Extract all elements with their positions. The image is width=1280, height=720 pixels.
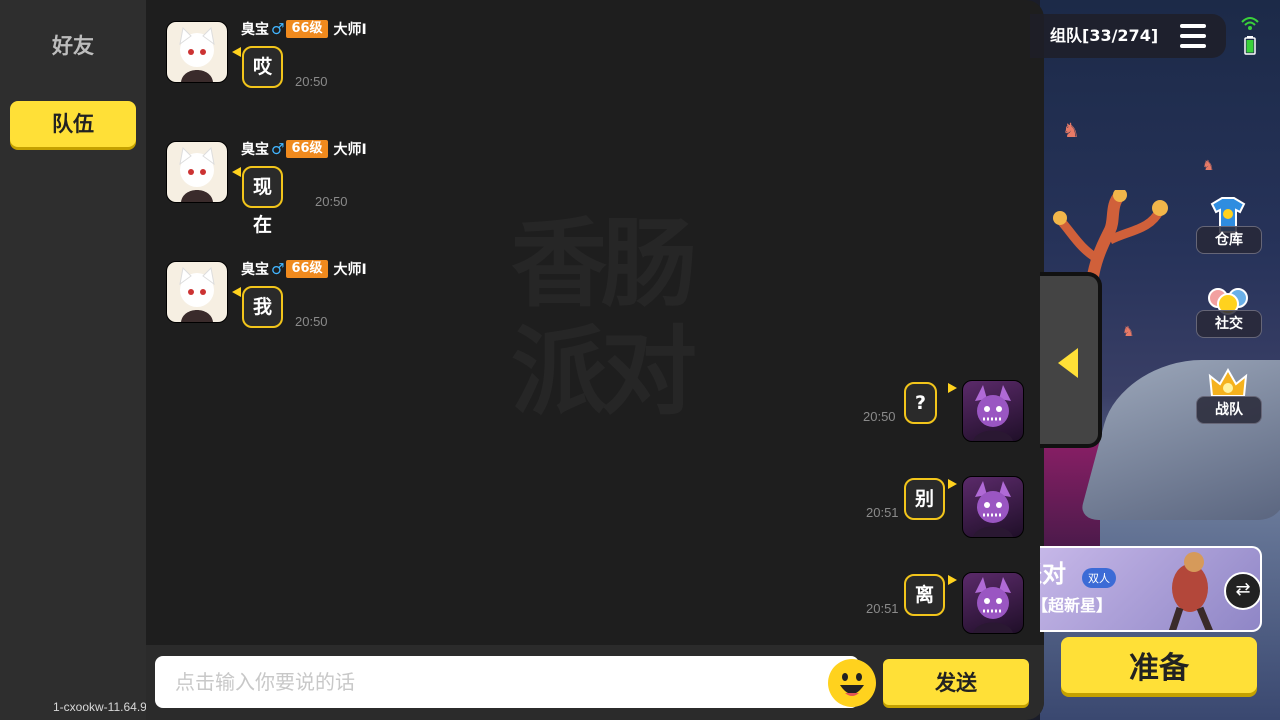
bunny-icon: ♞ [1062, 118, 1080, 142]
collapse-panel-button[interactable] [1040, 272, 1102, 448]
clan-button[interactable]: 战队 [1196, 366, 1262, 424]
message-bubble: 我 [242, 286, 284, 328]
swap-mode-button[interactable]: ⇄ [1224, 572, 1262, 610]
left-sidebar: 好友 队伍 [0, 0, 146, 720]
send-button[interactable]: 发送 [883, 659, 1029, 705]
message-time: 20:51 [866, 505, 899, 520]
bubble-tail [948, 575, 957, 585]
sender-info: 臭宝 ♂ 66级 大师I [241, 19, 367, 39]
bunny-icon: ♞ [1202, 158, 1215, 174]
message-time: 20:51 [866, 601, 899, 616]
emoji-button[interactable] [828, 659, 876, 707]
sender-name: 臭宝 [241, 142, 269, 158]
chat-input-bar: 发送 [146, 645, 1044, 720]
bubble-tail [232, 47, 241, 57]
clan-label: 战队 [1196, 396, 1262, 424]
warehouse-label: 仓库 [1196, 226, 1262, 254]
message-bubble: ? [904, 382, 938, 424]
message-time: 20:50 [295, 74, 328, 89]
wifi-icon [1241, 17, 1259, 30]
level-badge: 66级 [286, 20, 328, 38]
message-bubble: 离 [904, 574, 946, 616]
bubble-tail [232, 287, 241, 297]
sender-info: 臭宝 ♂ 66级 大师I [241, 259, 367, 279]
swap-icon: ⇄ [1235, 579, 1251, 600]
male-icon: ♂ [271, 20, 285, 38]
team-count-label: 组队[33/274] [1050, 26, 1159, 45]
bubble-tail [948, 383, 957, 393]
status-indicators [1241, 17, 1259, 55]
warehouse-button[interactable]: 仓库 [1196, 196, 1262, 254]
rank-label: 大师I [333, 142, 367, 158]
social-button[interactable]: 社交 [1196, 280, 1262, 338]
level-badge: 66级 [286, 260, 328, 278]
message-time: 20:50 [315, 194, 348, 209]
social-label: 社交 [1196, 310, 1262, 338]
game-logo-watermark: 香肠 派对 [511, 208, 697, 428]
tab-friends[interactable]: 好友 [10, 26, 136, 66]
ready-button[interactable]: 准备 [1061, 637, 1257, 693]
rank-label: 大师I [333, 262, 367, 278]
chat-input[interactable] [155, 656, 859, 708]
chat-panel: 香肠 派对 臭宝 ♂ 66级 大师I 哎 20:50 臭宝 ♂ 66级 大师I 现… [146, 0, 1044, 720]
sender-avatar[interactable] [166, 261, 228, 323]
male-icon: ♂ [271, 260, 285, 278]
arrow-left-icon [1058, 348, 1078, 378]
character-art [1168, 552, 1213, 630]
self-avatar[interactable] [962, 476, 1024, 538]
bunny-icon: ♞ [1122, 324, 1135, 340]
bubble-tail [948, 479, 957, 489]
message-time: 20:50 [295, 314, 328, 329]
message-bubble: 别 [904, 478, 946, 520]
mode-subtitle: 【超新星】 [1040, 596, 1113, 615]
mode-title: 派对 [1040, 560, 1066, 588]
sender-avatar[interactable] [166, 141, 228, 203]
smiley-icon [829, 660, 875, 706]
rank-label: 大师I [333, 22, 367, 38]
mode-badge: 双人 [1082, 568, 1116, 588]
sender-name: 臭宝 [241, 262, 269, 278]
bubble-tail [232, 167, 241, 177]
sender-avatar[interactable] [166, 21, 228, 83]
battery-icon [1244, 36, 1256, 55]
sender-info: 臭宝 ♂ 66级 大师I [241, 139, 367, 159]
tab-team[interactable]: 队伍 [10, 101, 136, 147]
message-time: 20:50 [863, 409, 896, 424]
self-avatar[interactable] [962, 572, 1024, 634]
sender-name: 臭宝 [241, 22, 269, 38]
self-avatar[interactable] [962, 380, 1024, 442]
male-icon: ♂ [271, 140, 285, 158]
level-badge: 66级 [286, 140, 328, 158]
message-bubble: 哎 [242, 46, 284, 88]
message-bubble: 现在 [242, 166, 284, 236]
team-count-panel[interactable]: 组队[33/274] [1030, 14, 1226, 58]
menu-icon[interactable] [1180, 24, 1206, 48]
